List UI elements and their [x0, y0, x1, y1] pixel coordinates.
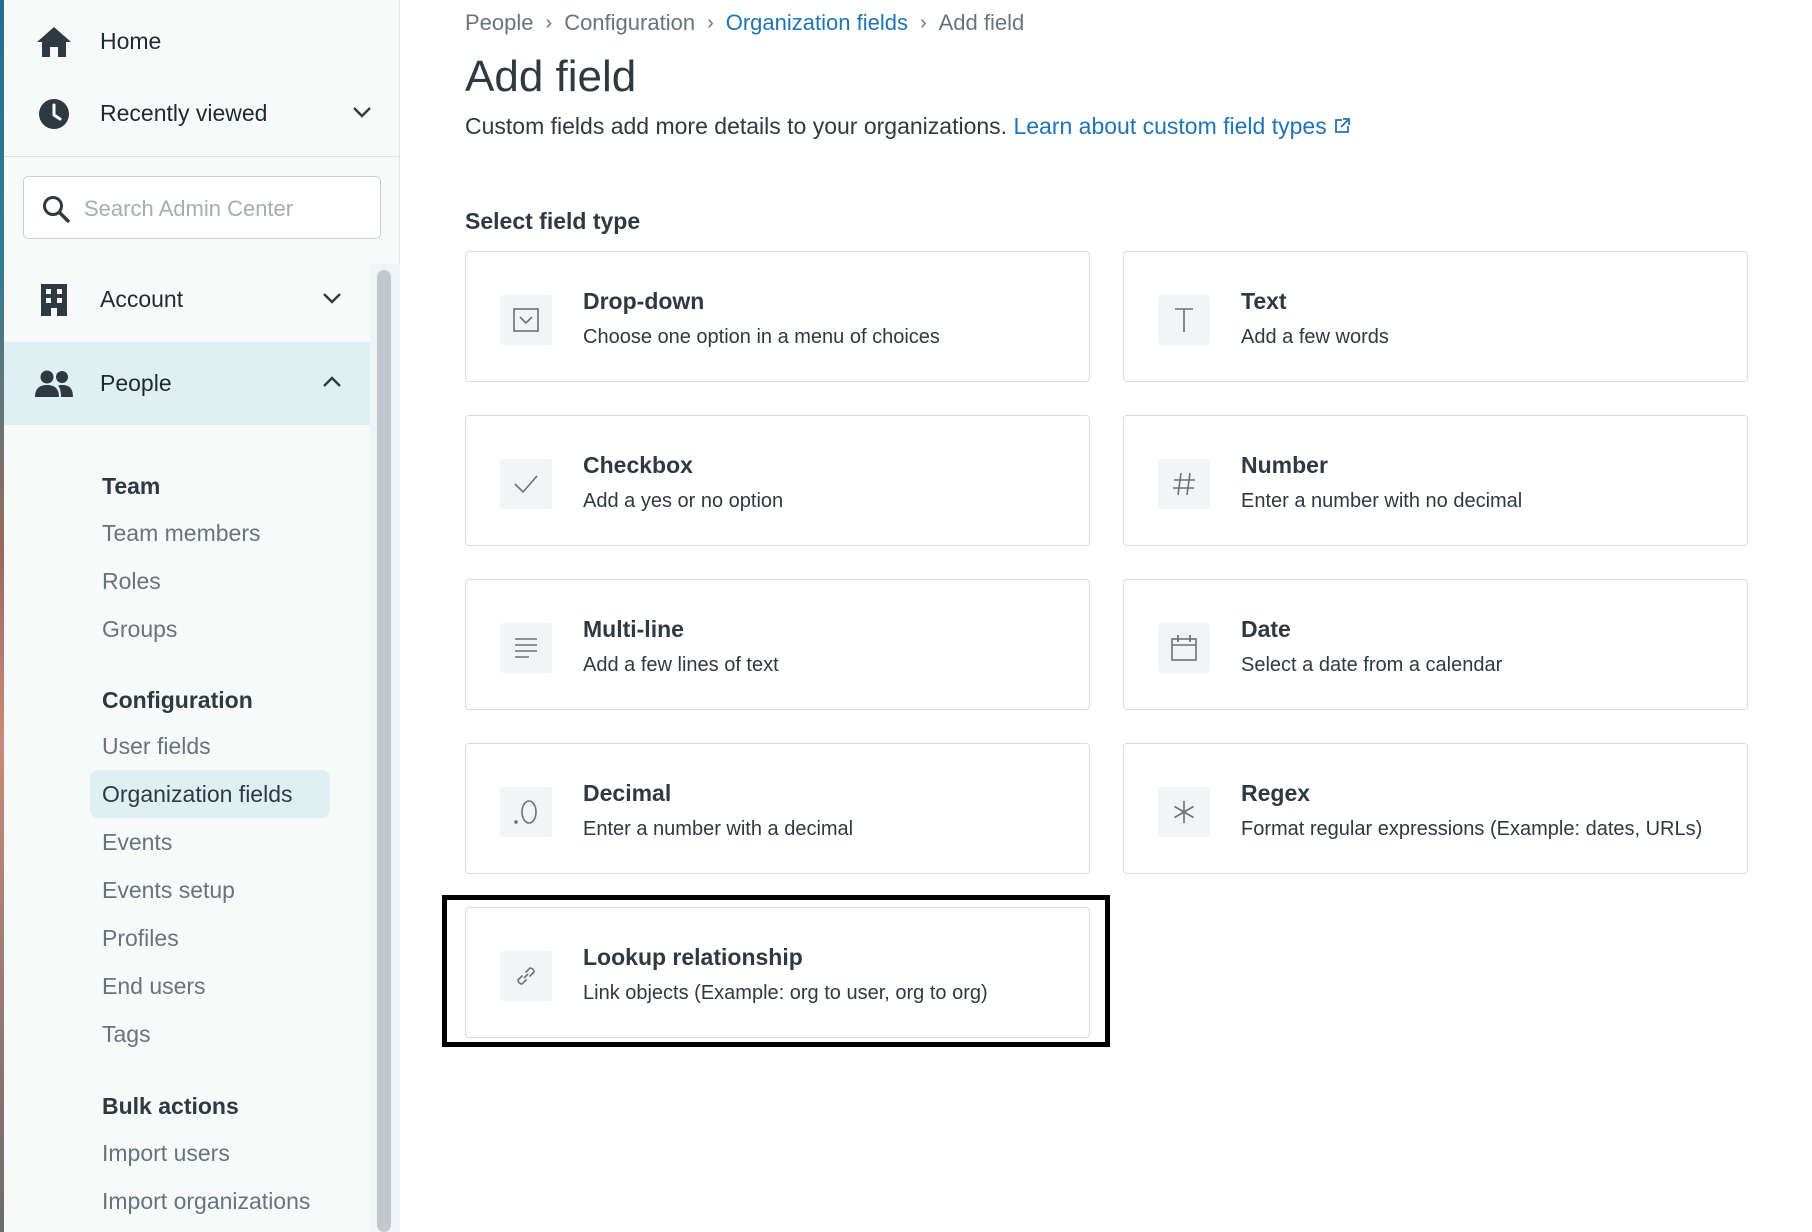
text-icon — [1158, 295, 1210, 345]
admin-sidebar: Home Recently viewed Account People — [4, 0, 400, 1232]
dropdown-icon — [500, 295, 552, 345]
checkmark-icon — [500, 459, 552, 509]
sidebar-item-import-users[interactable]: Import users — [102, 1140, 230, 1167]
nav-account[interactable]: Account — [4, 258, 370, 341]
page-title: Add field — [465, 52, 637, 101]
field-type-card-date[interactable]: Date Select a date from a calendar — [1123, 579, 1748, 710]
sidebar-item-tags[interactable]: Tags — [102, 1021, 151, 1048]
sidebar-item-groups[interactable]: Groups — [102, 616, 177, 643]
field-type-description: Choose one option in a menu of choices — [583, 326, 940, 348]
highlight-annotation-box — [442, 895, 1110, 1047]
breadcrumb-configuration[interactable]: Configuration — [564, 10, 695, 36]
main-content: People › Configuration › Organization fi… — [400, 0, 1812, 1232]
team-heading: Team — [102, 473, 161, 499]
sidebar-item-events[interactable]: Events — [102, 829, 172, 856]
page-description: Custom fields add more details to your o… — [465, 113, 1351, 140]
field-type-title: Decimal — [583, 780, 672, 806]
chevron-up-icon — [322, 375, 342, 393]
calendar-icon — [1158, 623, 1210, 673]
field-type-card-regex[interactable]: Regex Format regular expressions (Exampl… — [1123, 743, 1748, 874]
select-field-type-label: Select field type — [465, 208, 641, 234]
sidebar-item-user-fields[interactable]: User fields — [102, 733, 211, 760]
field-type-title: Regex — [1241, 780, 1311, 806]
chevron-right-icon: › — [545, 11, 553, 34]
nav-account-label: Account — [100, 286, 184, 312]
field-type-title: Number — [1241, 452, 1328, 478]
field-type-card-dropdown[interactable]: Drop-down Choose one option in a menu of… — [465, 251, 1090, 382]
nav-people[interactable]: People — [4, 342, 370, 425]
configuration-heading: Configuration — [102, 687, 253, 713]
sidebar-divider — [4, 156, 400, 157]
chevron-down-icon — [352, 105, 372, 123]
asterisk-icon — [1158, 787, 1210, 837]
description-text: Custom fields add more details to your o… — [465, 113, 1008, 139]
learn-link-label: Learn about custom field types — [1013, 113, 1327, 139]
learn-custom-field-types-link[interactable]: Learn about custom field types — [1013, 113, 1351, 139]
field-type-title: Date — [1241, 616, 1291, 642]
chevron-right-icon: › — [919, 11, 927, 34]
field-type-title: Checkbox — [583, 452, 693, 478]
field-type-description: Format regular expressions (Example: dat… — [1241, 818, 1703, 840]
people-icon — [34, 364, 74, 404]
sidebar-item-end-users[interactable]: End users — [102, 973, 206, 1000]
search-icon — [42, 195, 70, 228]
sidebar-item-import-organizations[interactable]: Import organizations — [102, 1188, 310, 1215]
chevron-down-icon — [322, 291, 342, 309]
sidebar-item-roles[interactable]: Roles — [102, 568, 161, 595]
field-type-card-text[interactable]: Text Add a few words — [1123, 251, 1748, 382]
sidebar-item-profiles[interactable]: Profiles — [102, 925, 179, 952]
breadcrumb-people[interactable]: People — [465, 10, 534, 36]
breadcrumb-add-field: Add field — [938, 10, 1025, 35]
sidebar-item-events-setup[interactable]: Events setup — [102, 877, 235, 904]
field-type-description: Enter a number with no decimal — [1241, 490, 1523, 512]
lines-icon — [500, 623, 552, 673]
field-type-description: Add a few words — [1241, 326, 1389, 348]
field-type-card-number[interactable]: Number Enter a number with no decimal — [1123, 415, 1748, 546]
sidebar-item-organization-fields[interactable]: Organization fields — [90, 770, 330, 818]
chevron-right-icon: › — [707, 11, 714, 34]
field-type-card-checkbox[interactable]: Checkbox Add a yes or no option — [465, 415, 1090, 546]
search-input[interactable] — [82, 189, 366, 229]
field-type-card-multiline[interactable]: Multi-line Add a few lines of text — [465, 579, 1090, 710]
nav-home-label: Home — [100, 28, 162, 54]
breadcrumb: People › Configuration › Organization fi… — [465, 10, 1024, 36]
field-type-description: Enter a number with a decimal — [583, 818, 854, 840]
sidebar-scrollbar-thumb[interactable] — [377, 270, 391, 1232]
sidebar-item-team-members[interactable]: Team members — [102, 520, 260, 547]
home-icon — [34, 22, 74, 62]
clock-icon — [34, 94, 74, 134]
breadcrumb-organization-fields[interactable]: Organization fields — [726, 10, 908, 36]
bulk-actions-heading: Bulk actions — [102, 1093, 239, 1119]
field-type-title: Drop-down — [583, 288, 705, 314]
field-type-title: Text — [1241, 288, 1287, 314]
decimal-icon — [500, 787, 552, 837]
nav-home[interactable]: Home — [4, 0, 400, 83]
nav-recently-viewed-label: Recently viewed — [100, 100, 268, 126]
nav-recently-viewed[interactable]: Recently viewed — [4, 72, 400, 155]
field-type-description: Add a yes or no option — [583, 490, 784, 512]
search-admin-center[interactable] — [23, 176, 381, 239]
field-type-title: Multi-line — [583, 616, 684, 642]
field-type-description: Select a date from a calendar — [1241, 654, 1503, 676]
building-icon — [34, 280, 74, 320]
hash-icon — [1158, 459, 1210, 509]
field-type-card-decimal[interactable]: Decimal Enter a number with a decimal — [465, 743, 1090, 874]
field-type-description: Add a few lines of text — [583, 654, 779, 676]
external-link-icon — [1335, 118, 1350, 133]
nav-people-label: People — [100, 370, 172, 396]
